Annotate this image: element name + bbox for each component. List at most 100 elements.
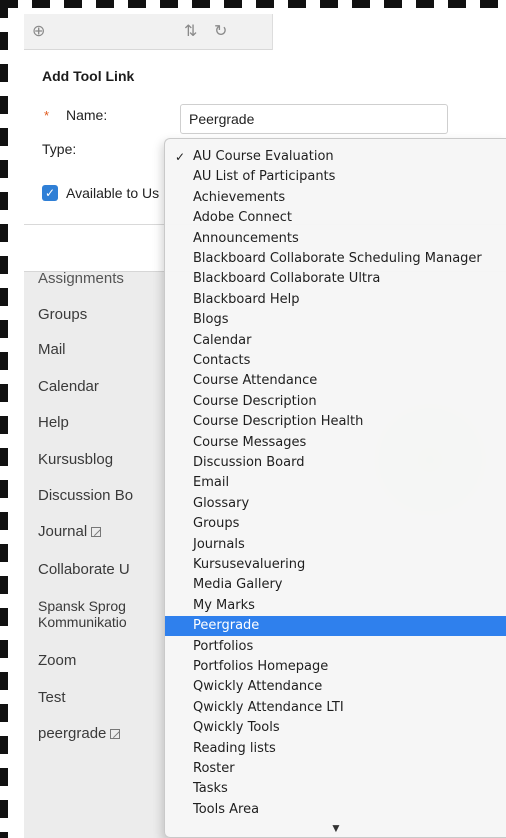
sidebar-item-collaborate[interactable]: Collaborate U: [38, 561, 130, 579]
dropdown-option[interactable]: Blogs: [165, 310, 506, 330]
dropdown-option[interactable]: Contacts: [165, 351, 506, 371]
dropdown-option-label: Journals: [193, 536, 245, 552]
scroll-down-arrow-icon[interactable]: ▼: [165, 821, 506, 835]
sidebar-item-discussion-board[interactable]: Discussion Bo: [38, 487, 133, 505]
dropdown-option[interactable]: Blackboard Collaborate Scheduling Manage…: [165, 249, 506, 269]
dropdown-option[interactable]: Course Description Health: [165, 412, 506, 432]
dropdown-option[interactable]: Media Gallery: [165, 575, 506, 595]
sidebar-item-label: Help: [38, 414, 69, 431]
dropdown-option[interactable]: Qwickly Tools: [165, 718, 506, 738]
sidebar-item-calendar[interactable]: Calendar: [38, 378, 99, 396]
sidebar-item-label: Zoom: [38, 652, 77, 669]
sidebar-item-help[interactable]: Help: [38, 414, 69, 432]
type-dropdown-list[interactable]: ▼ ✓ AU Course Evaluation AU List of Partic…: [164, 138, 506, 838]
dropdown-option-label: Blackboard Collaborate Scheduling Manage…: [193, 251, 482, 266]
dropdown-option-label: Calendar: [193, 332, 252, 348]
dropdown-option[interactable]: Roster: [165, 759, 506, 779]
dropdown-option[interactable]: Portfolios: [165, 637, 506, 657]
dropdown-option-label: Discussion Board: [193, 455, 305, 470]
dropdown-option-label: AU Course Evaluation: [193, 149, 334, 164]
sidebar-item-label: Calendar: [38, 378, 99, 395]
sidebar-item-groups[interactable]: Groups: [38, 306, 87, 324]
dropdown-option-label: Roster: [193, 761, 235, 776]
dropdown-option-label: Media Gallery: [193, 577, 283, 593]
dropdown-option[interactable]: ✓ AU Course Evaluation: [165, 147, 506, 167]
sidebar-item-label: Kursusblog: [38, 451, 114, 468]
dropdown-option-label: Reading lists: [193, 740, 276, 756]
dropdown-option-label: Portfolios Homepage: [193, 659, 329, 674]
dropdown-option-label: Course Messages: [193, 434, 307, 450]
dropdown-option[interactable]: Peergrade: [165, 616, 506, 637]
sidebar-item-label: Collaborate U: [38, 561, 130, 578]
dropdown-option[interactable]: Journals: [165, 535, 506, 555]
dropdown-option[interactable]: Blackboard Help: [165, 290, 506, 310]
dropdown-option-label: Tools Area: [193, 801, 260, 817]
dropdown-option[interactable]: My Marks: [165, 596, 506, 616]
add-circle-icon[interactable]: ⊕: [32, 22, 45, 42]
dropdown-option[interactable]: Blackboard Collaborate Ultra: [165, 269, 506, 289]
sidebar-item-label: Discussion Bo: [38, 487, 134, 504]
dropdown-option[interactable]: Achievements: [165, 188, 506, 208]
dropdown-option-label: Qwickly Tools: [193, 720, 280, 736]
selection-frame-left: [0, 0, 8, 838]
dropdown-option-label: Contacts: [193, 353, 251, 368]
dropdown-option-label: Portfolios: [193, 638, 254, 654]
required-marker: *: [44, 108, 50, 123]
sidebar-item-assignments[interactable]: Assignments: [38, 270, 124, 288]
sidebar-item-peergrade[interactable]: peergrade: [38, 725, 121, 743]
sidebar-item-label: Assignments: [38, 270, 124, 287]
dropdown-option-label: Blackboard Help: [193, 291, 300, 307]
dropdown-option[interactable]: Groups: [165, 514, 506, 534]
dropdown-option[interactable]: Tasks: [165, 779, 506, 799]
dropdown-option-label: Blackboard Collaborate Ultra: [193, 271, 381, 287]
dropdown-option[interactable]: Discussion Board: [165, 453, 506, 473]
dropdown-option[interactable]: AU List of Participants: [165, 167, 506, 187]
dropdown-option[interactable]: Kursusevaluering: [165, 555, 506, 575]
sidebar-item-label: Mail: [38, 341, 66, 358]
dropdown-option-label: Adobe Connect: [193, 210, 293, 226]
dropdown-option-label: My Marks: [193, 597, 255, 613]
dropdown-option-label: Blogs: [193, 312, 229, 328]
dropdown-option[interactable]: Calendar: [165, 331, 506, 351]
sidebar-item-label: Journal: [38, 523, 88, 540]
dropdown-option-label: Qwickly Attendance: [193, 679, 323, 695]
sidebar-item-label: Kommunikatio: [38, 614, 127, 630]
dropdown-option-label: Glossary: [193, 495, 250, 511]
sidebar-item-spansk[interactable]: Spansk Sprog Kommunikatio: [38, 598, 127, 630]
checkmark-icon: ✓: [175, 150, 186, 164]
selection-frame-top: [0, 0, 506, 8]
dropdown-option-label: Groups: [193, 516, 240, 532]
dropdown-option[interactable]: Glossary: [165, 494, 506, 514]
dropdown-option[interactable]: Announcements: [165, 229, 506, 249]
sidebar-item-mail[interactable]: Mail: [38, 341, 66, 359]
dropdown-option-label: Peergrade: [193, 618, 260, 634]
sidebar-item-test[interactable]: Test: [38, 689, 66, 707]
name-input[interactable]: [180, 104, 448, 134]
dropdown-option-label: Announcements: [193, 230, 299, 246]
type-label: Type:: [42, 141, 77, 157]
sidebar-item-kursusblog[interactable]: Kursusblog: [38, 451, 113, 469]
dropdown-option-label: Email: [193, 475, 230, 491]
dropdown-option[interactable]: Qwickly Attendance LTI: [165, 698, 506, 718]
sidebar-item-zoom[interactable]: Zoom: [38, 652, 76, 670]
dropdown-option-label: Course Description Health: [193, 414, 364, 430]
dropdown-option[interactable]: Course Attendance: [165, 371, 506, 391]
dropdown-option-label: Course Description: [193, 393, 317, 409]
dropdown-option-label: AU List of Participants: [193, 169, 336, 185]
dropdown-option[interactable]: Course Messages: [165, 433, 506, 453]
dropdown-option[interactable]: Reading lists: [165, 739, 506, 759]
dropdown-option[interactable]: Tools Area: [165, 800, 506, 820]
sidebar-item-journal[interactable]: Journal: [38, 523, 102, 541]
dropdown-option[interactable]: Course Description: [165, 392, 506, 412]
refresh-icon[interactable]: ↻: [214, 22, 227, 42]
sidebar-item-label: peergrade: [38, 725, 107, 742]
name-label: Name:: [66, 107, 108, 123]
dropdown-option[interactable]: Email: [165, 473, 506, 493]
toolbar: ⊕ ⇅ ↻: [24, 14, 506, 50]
available-checkbox[interactable]: ✓: [42, 185, 58, 201]
sort-icon[interactable]: ⇅: [184, 22, 197, 42]
unavailable-icon: [110, 729, 121, 739]
dropdown-option[interactable]: Qwickly Attendance: [165, 677, 506, 697]
dropdown-option[interactable]: Portfolios Homepage: [165, 657, 506, 677]
dropdown-option[interactable]: Adobe Connect: [165, 208, 506, 228]
